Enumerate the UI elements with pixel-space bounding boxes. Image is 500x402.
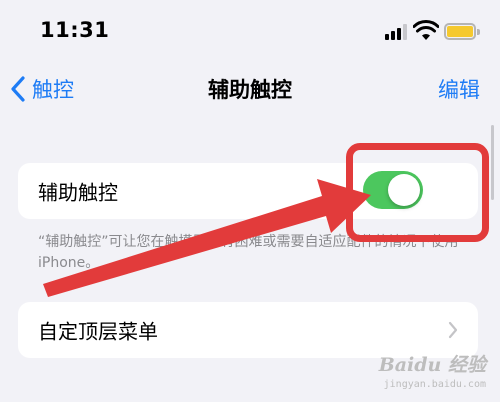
annotation-highlight-box [346, 143, 489, 242]
status-bar: 11:31 [0, 0, 500, 60]
chevron-right-icon [448, 321, 458, 339]
battery-cap [477, 29, 480, 35]
cellular-signal-icon [385, 24, 409, 40]
battery-icon [444, 23, 480, 40]
edit-button[interactable]: 编辑 [438, 74, 480, 104]
navigation-bar: 触控 辅助触控 编辑 [0, 60, 500, 118]
status-time: 11:31 [40, 18, 110, 42]
watermark-url: jingyan.baidu.com [383, 379, 486, 390]
wifi-icon [413, 20, 439, 40]
assistive-touch-label: 辅助触控 [38, 180, 118, 205]
page-title: 辅助触控 [208, 78, 292, 102]
battery-level [447, 26, 473, 37]
customize-menu-label: 自定顶层菜单 [38, 319, 158, 344]
scrollbar[interactable] [491, 125, 494, 200]
watermark: Baidu 经验 jingyan.baidu.com [376, 350, 486, 398]
watermark-logo: Baidu 经验 [378, 354, 486, 376]
